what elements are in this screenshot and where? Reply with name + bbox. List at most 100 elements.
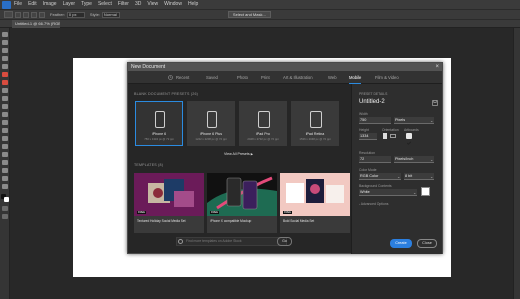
- height-input[interactable]: 1334: [359, 133, 377, 140]
- template-thumbnail: [280, 173, 350, 216]
- advanced-options-toggle[interactable]: › Advanced Options: [359, 202, 388, 206]
- template-holiday-social[interactable]: FREE Textured Holiday Social Media Set: [134, 173, 204, 233]
- recent-clock-icon: [168, 75, 173, 80]
- brush-tool-icon[interactable]: [2, 88, 8, 93]
- lasso-tool-icon[interactable]: [2, 48, 8, 53]
- right-panel-strip: [513, 28, 520, 299]
- go-button[interactable]: Go: [277, 237, 292, 246]
- background-color-swatch[interactable]: [4, 197, 9, 202]
- select-and-mask-button[interactable]: Select and Mask...: [227, 11, 271, 18]
- background-color-swatch[interactable]: [421, 187, 430, 196]
- gradient-tool-icon[interactable]: [2, 120, 8, 125]
- menu-window[interactable]: Window: [164, 0, 182, 9]
- menu-edit[interactable]: Edit: [28, 0, 37, 9]
- close-button[interactable]: Close: [417, 239, 437, 248]
- eraser-tool-icon[interactable]: [2, 112, 8, 117]
- document-name-field[interactable]: Untitled-2: [359, 99, 385, 105]
- tab-art-illustration[interactable]: Art & Illustration: [283, 71, 313, 84]
- portrait-orientation-icon[interactable]: [383, 133, 387, 139]
- menu-view[interactable]: View: [147, 0, 158, 9]
- blank-presets-header: BLANK DOCUMENT PRESETS (26): [134, 92, 199, 96]
- tab-print[interactable]: Print: [261, 71, 270, 84]
- menu-filter[interactable]: Filter: [118, 0, 129, 9]
- zoom-tool-icon[interactable]: [2, 184, 8, 189]
- adobe-stock-search-input[interactable]: Find more templates on Adobe Stock: [176, 237, 287, 246]
- width-unit-select[interactable]: Pixels: [394, 117, 434, 124]
- save-preset-icon[interactable]: [432, 100, 438, 106]
- background-contents-select[interactable]: White: [359, 189, 417, 196]
- clone-stamp-tool-icon[interactable]: [2, 96, 8, 101]
- preset-ipad-retina[interactable]: iPad Retina 1536 x 2048 px @ 72 ppi: [291, 101, 339, 146]
- document-tab[interactable]: Untitled-1 @ 66.7% (RGB/8) *: [12, 20, 60, 28]
- menu-file[interactable]: File: [14, 0, 22, 9]
- menu-3d[interactable]: 3D: [135, 0, 141, 9]
- create-button[interactable]: Create: [390, 239, 412, 248]
- menu-bar: File Edit Image Layer Type Select Filter…: [0, 0, 520, 9]
- blur-tool-icon[interactable]: [2, 128, 8, 133]
- photoshop-logo-icon[interactable]: [2, 0, 11, 9]
- healing-brush-tool-icon[interactable]: [2, 80, 8, 85]
- add-selection-icon[interactable]: [23, 11, 29, 18]
- menu-type[interactable]: Type: [81, 0, 92, 9]
- pen-tool-icon[interactable]: [2, 144, 8, 149]
- phone-icon: [207, 111, 217, 128]
- dialog-close-icon[interactable]: ×: [435, 63, 439, 71]
- subtract-selection-icon[interactable]: [31, 11, 37, 18]
- tab-saved[interactable]: Saved: [206, 71, 218, 84]
- screen-mode-icon[interactable]: [2, 214, 8, 219]
- width-input[interactable]: 750: [359, 117, 391, 124]
- menu-image[interactable]: Image: [43, 0, 57, 9]
- marquee-tool-icon[interactable]: [2, 40, 8, 45]
- tab-mobile[interactable]: Mobile: [349, 71, 362, 84]
- preset-details-header: PRESET DETAILS: [359, 92, 388, 96]
- marquee-tool-icon[interactable]: [4, 11, 13, 18]
- template-iphone-x-mockup[interactable]: FREE iPhone X compatible Mockup: [207, 173, 277, 233]
- template-bold-social[interactable]: FREE Bold Social Media Set: [280, 173, 350, 233]
- menu-help[interactable]: Help: [188, 0, 198, 9]
- menu-layer[interactable]: Layer: [63, 0, 76, 9]
- history-brush-tool-icon[interactable]: [2, 104, 8, 109]
- new-selection-icon[interactable]: [15, 11, 21, 18]
- preset-ipad-pro[interactable]: iPad Pro 2048 x 2732 px @ 72 ppi: [239, 101, 287, 146]
- path-selection-tool-icon[interactable]: [2, 160, 8, 165]
- preset-iphone-6-plus[interactable]: iPhone 6 Plus 1242 x 2208 px @ 72 ppi: [187, 101, 235, 146]
- view-all-presets-link[interactable]: View All Presets ▶: [224, 152, 253, 156]
- quick-select-tool-icon[interactable]: [2, 56, 8, 61]
- artboards-label: Artboards: [404, 128, 419, 132]
- hand-tool-icon[interactable]: [2, 176, 8, 181]
- style-select[interactable]: Normal: [101, 11, 120, 18]
- preset-details-panel: PRESET DETAILS Untitled-2 Width 750 Pixe…: [351, 84, 442, 254]
- dialog-tabs: Recent Saved Photo Print Art & Illustrat…: [128, 71, 442, 84]
- resolution-input[interactable]: 72: [359, 156, 391, 163]
- resolution-unit-select[interactable]: Pixels/Inch: [394, 156, 434, 163]
- chevron-down-icon: ⌄: [413, 190, 417, 195]
- background-contents-label: Background Contents: [359, 184, 392, 188]
- chevron-down-icon: ⌄: [430, 157, 434, 162]
- rectangle-tool-icon[interactable]: [2, 168, 8, 173]
- tab-photo[interactable]: Photo: [237, 71, 248, 84]
- crop-tool-icon[interactable]: [2, 64, 8, 69]
- menu-select[interactable]: Select: [98, 0, 112, 9]
- height-label: Height: [359, 128, 369, 132]
- feather-field[interactable]: 0 px: [66, 11, 85, 18]
- landscape-orientation-icon[interactable]: [390, 134, 396, 138]
- intersect-selection-icon[interactable]: [39, 11, 45, 18]
- tab-film-video[interactable]: Film & Video: [375, 71, 399, 84]
- style-label: Style:: [89, 12, 100, 17]
- type-tool-icon[interactable]: [2, 152, 8, 157]
- preset-iphone-6[interactable]: iPhone 6 750 x 1334 px @ 72 ppi: [135, 101, 183, 146]
- quick-mask-icon[interactable]: [2, 206, 8, 211]
- chevron-down-icon: ⌄: [430, 174, 434, 179]
- options-bar: Feather: 0 px Style: Normal Select and M…: [0, 9, 520, 20]
- dialog-title: New Document: [128, 63, 442, 71]
- move-tool-icon[interactable]: [2, 32, 8, 37]
- color-mode-select[interactable]: RGB Color: [359, 173, 401, 180]
- feather-label: Feather:: [50, 12, 65, 17]
- new-document-dialog: New Document × Recent Saved Photo Print …: [127, 62, 443, 254]
- eyedropper-tool-icon[interactable]: [2, 72, 8, 77]
- dodge-tool-icon[interactable]: [2, 136, 8, 141]
- tools-panel: [0, 28, 10, 299]
- tab-web[interactable]: Web: [328, 71, 337, 84]
- tab-recent[interactable]: Recent: [176, 71, 189, 84]
- artboards-checkbox[interactable]: [406, 133, 412, 145]
